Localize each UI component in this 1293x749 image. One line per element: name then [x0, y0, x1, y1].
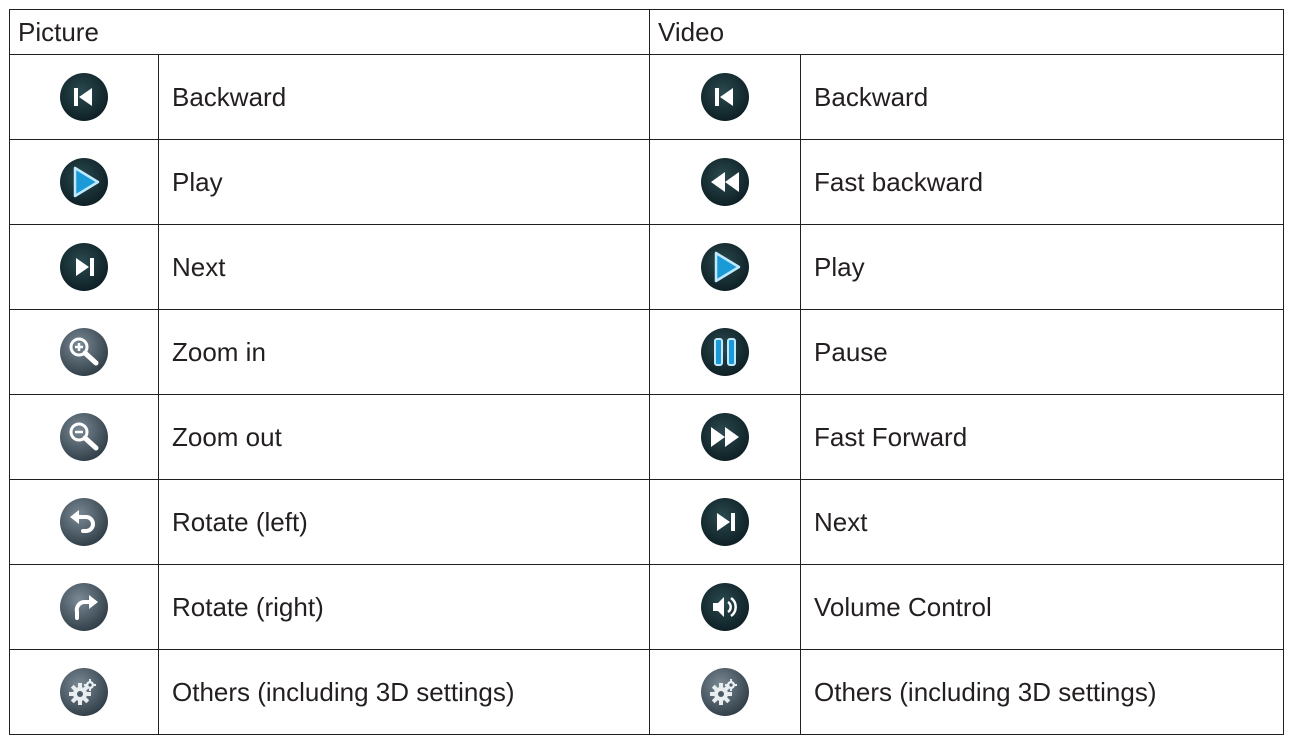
picture-header: Picture — [8, 9, 651, 55]
picture-label: Play — [157, 139, 651, 225]
next-icon — [700, 497, 750, 547]
header-row: Picture Video — [8, 9, 1285, 55]
table-row: Rotate (right) Volume Control — [9, 564, 1285, 650]
table-row: Next Play — [9, 224, 1285, 310]
video-icon-cell — [649, 479, 802, 565]
video-label: Fast Forward — [800, 394, 1285, 480]
rotate-right-icon — [59, 582, 109, 632]
picture-icon-cell — [9, 309, 159, 395]
fast-backward-icon — [700, 157, 750, 207]
table-row: Zoom out Fast Forward — [9, 394, 1285, 480]
settings-icon — [700, 667, 750, 717]
play-icon — [59, 157, 109, 207]
zoom-out-icon — [59, 412, 109, 462]
picture-label: Next — [157, 224, 651, 310]
picture-icon-cell — [9, 54, 159, 140]
video-label: Volume Control — [800, 564, 1285, 650]
picture-label: Backward — [157, 54, 651, 140]
video-label: Fast backward — [800, 139, 1285, 225]
backward-icon — [700, 72, 750, 122]
video-label: Others (including 3D settings) — [800, 649, 1285, 735]
picture-icon-cell — [9, 139, 159, 225]
table-row: Backward Backward — [9, 54, 1285, 140]
video-label: Pause — [800, 309, 1285, 395]
zoom-in-icon — [59, 327, 109, 377]
table-row: Play Fast backward — [9, 139, 1285, 225]
picture-label: Zoom in — [157, 309, 651, 395]
video-label: Backward — [800, 54, 1285, 140]
video-icon-cell — [649, 564, 802, 650]
video-icon-cell — [649, 394, 802, 480]
picture-label: Others (including 3D settings) — [157, 649, 651, 735]
next-icon — [59, 242, 109, 292]
table-row: Zoom in Pause — [9, 309, 1285, 395]
picture-icon-cell — [9, 224, 159, 310]
rotate-left-icon — [59, 497, 109, 547]
video-icon-cell — [649, 309, 802, 395]
video-icon-cell — [649, 224, 802, 310]
video-label: Play — [800, 224, 1285, 310]
picture-icon-cell — [9, 479, 159, 565]
pause-icon — [700, 327, 750, 377]
play-icon — [700, 242, 750, 292]
picture-icon-cell — [9, 394, 159, 480]
video-icon-cell — [649, 649, 802, 735]
picture-label: Zoom out — [157, 394, 651, 480]
settings-icon — [59, 667, 109, 717]
video-label: Next — [800, 479, 1285, 565]
table-row: Rotate (left) Next — [9, 479, 1285, 565]
table-row: Others (including 3D settings) Others (in… — [9, 649, 1285, 735]
controls-table: Picture Video Backward Backward Play Fast b… — [8, 9, 1285, 735]
backward-icon — [59, 72, 109, 122]
picture-label: Rotate (left) — [157, 479, 651, 565]
video-header: Video — [649, 9, 1285, 55]
fast-forward-icon — [700, 412, 750, 462]
picture-label: Rotate (right) — [157, 564, 651, 650]
picture-icon-cell — [9, 564, 159, 650]
picture-icon-cell — [9, 649, 159, 735]
volume-icon — [700, 582, 750, 632]
video-icon-cell — [649, 139, 802, 225]
video-icon-cell — [649, 54, 802, 140]
